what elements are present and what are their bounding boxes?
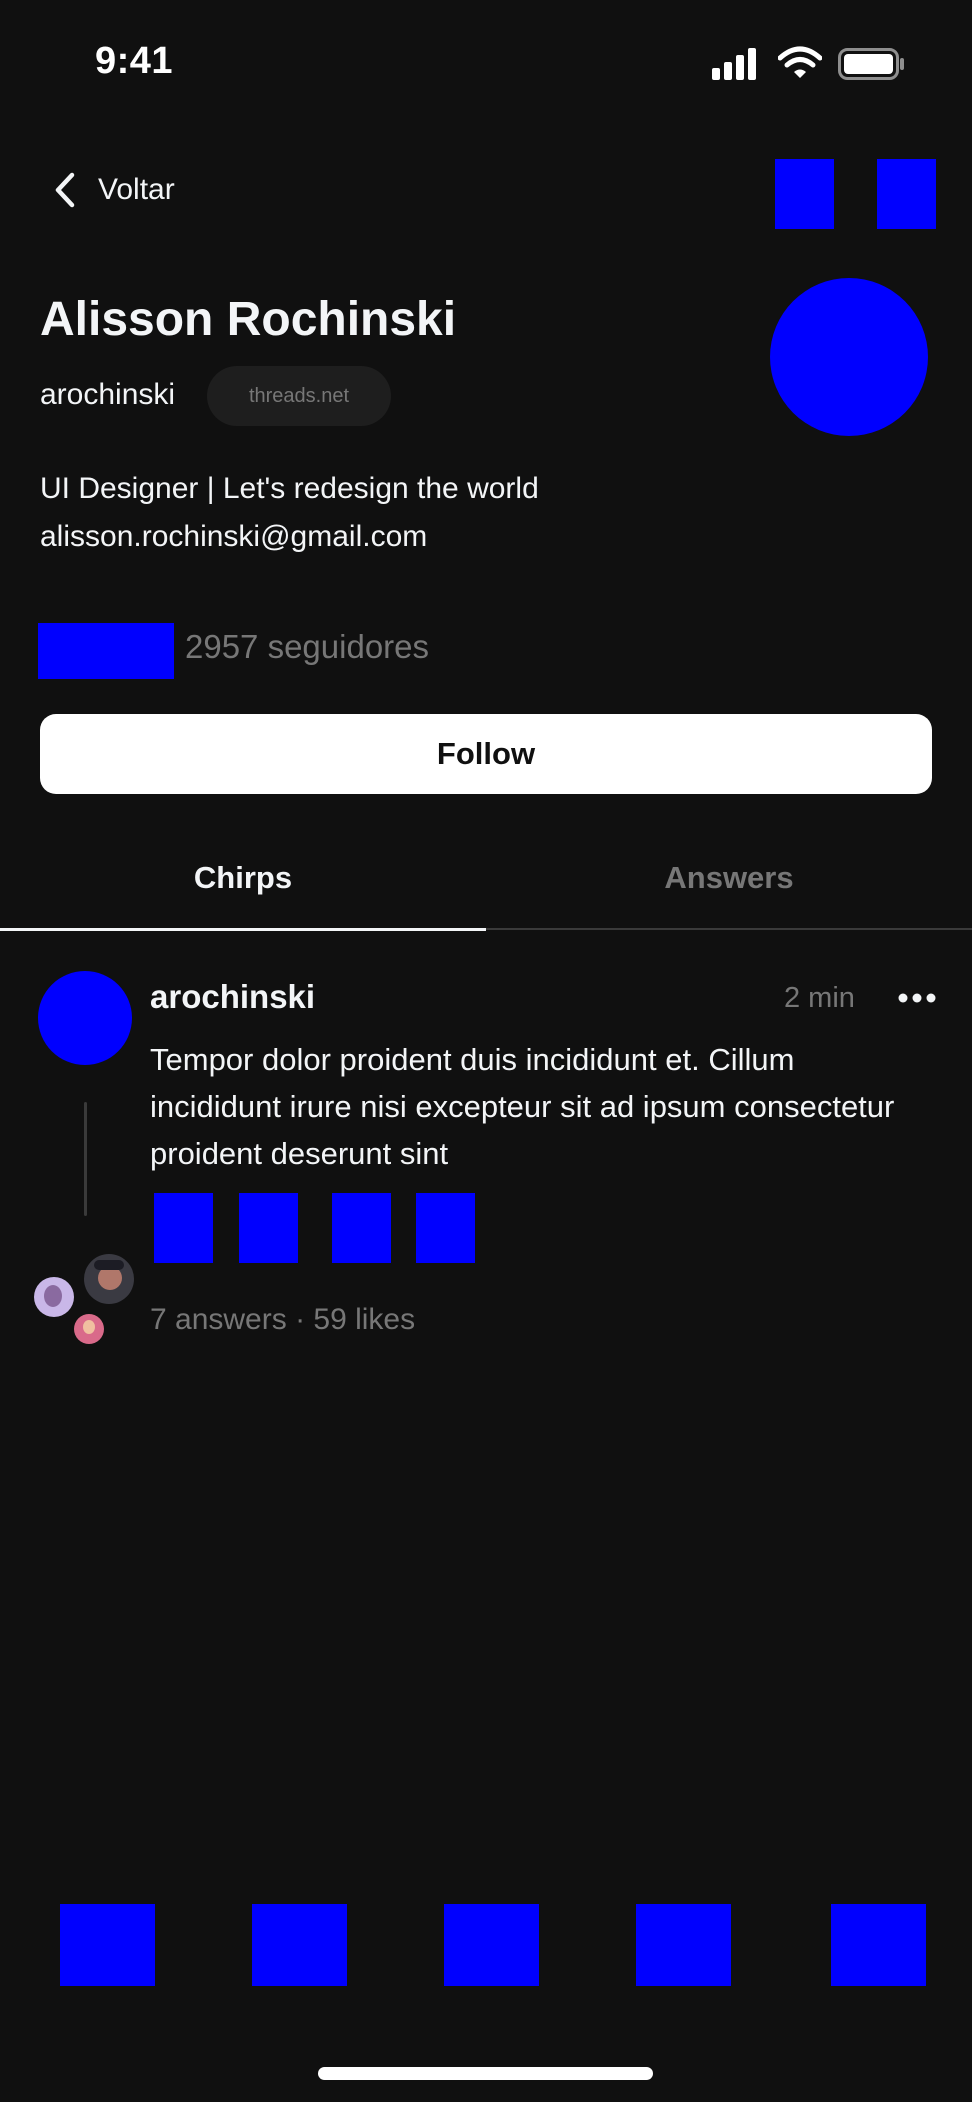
compose-icon[interactable] — [444, 1904, 539, 1986]
bio-email[interactable]: alisson.rochinski@gmail.com — [40, 520, 427, 554]
more-options-icon[interactable] — [893, 978, 941, 1018]
followers-count[interactable]: 2957 seguidores — [185, 628, 429, 666]
heart-icon[interactable] — [636, 1904, 731, 1986]
tab-divider — [486, 928, 972, 930]
back-label: Voltar — [98, 173, 175, 206]
thread-line — [84, 1102, 87, 1216]
comment-icon[interactable] — [239, 1193, 298, 1263]
follower-avatars[interactable] — [38, 623, 174, 679]
instagram-icon[interactable] — [775, 159, 834, 229]
reply-avatar — [34, 1277, 74, 1317]
share-icon[interactable] — [416, 1193, 475, 1263]
home-indicator — [318, 2067, 653, 2080]
search-icon[interactable] — [252, 1904, 347, 1986]
post-avatar[interactable] — [38, 971, 132, 1065]
profile-icon[interactable] — [831, 1904, 926, 1986]
domain-chip[interactable]: threads.net — [207, 366, 391, 426]
bio-line: UI Designer | Let's redesign the world — [40, 472, 539, 505]
repost-icon[interactable] — [332, 1193, 391, 1263]
reply-avatar — [74, 1314, 104, 1344]
post-stats[interactable]: 7 answers · 59 likes — [150, 1303, 415, 1337]
menu-icon[interactable] — [877, 159, 936, 229]
home-icon[interactable] — [60, 1904, 155, 1986]
profile-name: Alisson Rochinski — [40, 293, 457, 346]
chevron-left-icon — [55, 172, 75, 208]
wifi-icon — [778, 46, 822, 78]
tab-answers[interactable]: Answers — [486, 860, 972, 896]
follow-button[interactable]: Follow — [40, 714, 932, 794]
post-time: 2 min — [784, 982, 855, 1014]
back-button[interactable]: Voltar — [50, 160, 175, 220]
tab-chirps[interactable]: Chirps — [0, 860, 486, 896]
profile-avatar[interactable] — [770, 278, 928, 436]
status-time: 9:41 — [95, 40, 174, 82]
post-author[interactable]: arochinski — [150, 978, 315, 1016]
tab-indicator — [0, 928, 486, 931]
profile-handle: arochinski — [40, 378, 176, 411]
reply-avatar — [84, 1254, 134, 1304]
cellular-signal-icon — [712, 48, 758, 80]
post-text: Tempor dolor proident duis incididunt et… — [150, 1042, 895, 1171]
like-icon[interactable] — [154, 1193, 213, 1263]
battery-icon — [838, 48, 904, 80]
